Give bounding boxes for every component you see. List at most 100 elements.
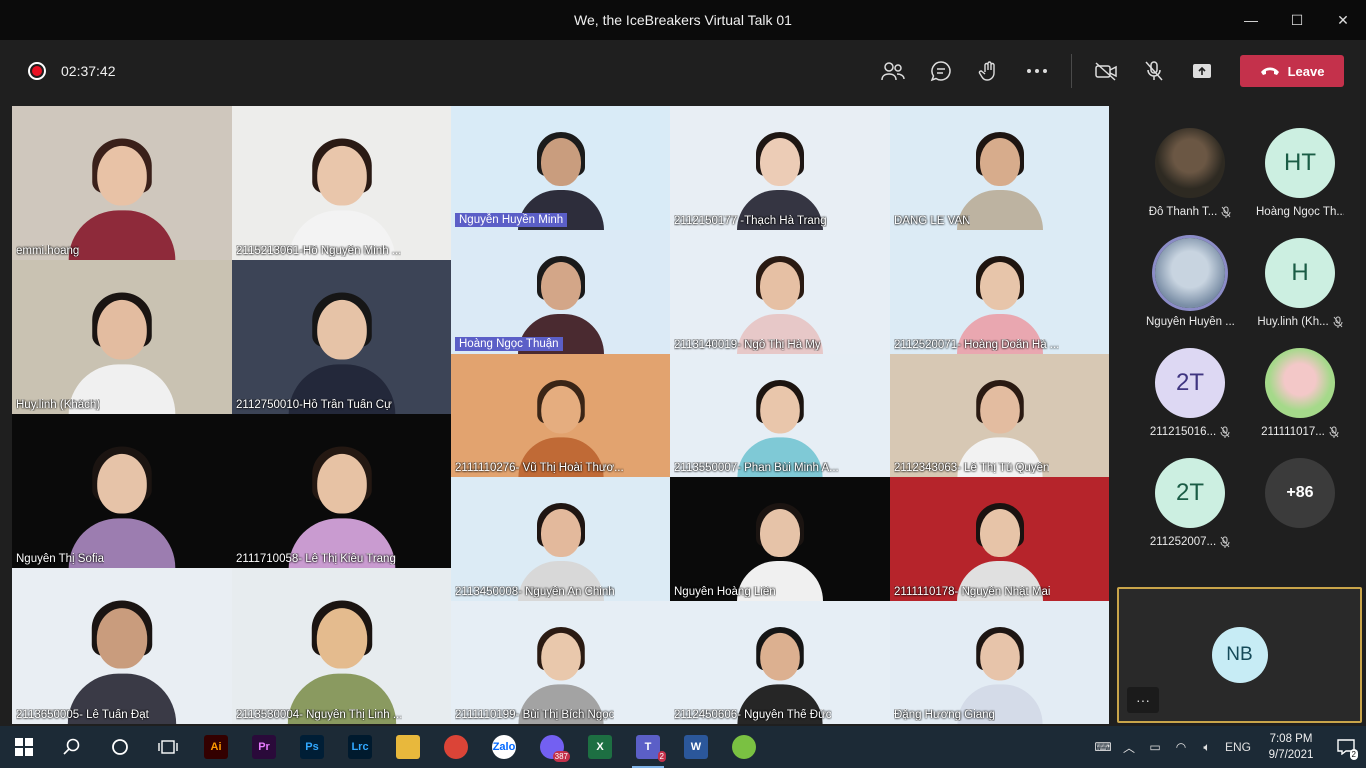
system-tray: ⌨ ︿ ▭ ◠ 🔈︎ ENG 7:08 PM 9/7/2021 2 — [1090, 726, 1366, 768]
participant-tile[interactable]: 211111017... — [1245, 348, 1355, 458]
video-tile[interactable]: 2113140019- Ngô Thị Hà My — [670, 230, 890, 354]
participant-tile[interactable]: 2T 211252007... — [1135, 458, 1245, 568]
video-tile[interactable]: 2111110199- Bùi Thị Bích Ngọc — [451, 601, 670, 724]
video-tile-name: 2113650005- Lê Tuấn Đạt — [16, 709, 149, 721]
taskbar-app-photoshop[interactable]: Ps — [288, 726, 336, 768]
touch-keyboard-icon[interactable]: ⌨ — [1090, 726, 1116, 768]
leave-button[interactable]: Leave — [1240, 55, 1344, 87]
notifications-button[interactable]: 2 — [1326, 726, 1366, 768]
participant-name-row: 211252007... — [1150, 536, 1230, 548]
cortana-button[interactable] — [96, 726, 144, 768]
self-view-more-button[interactable]: ··· — [1127, 687, 1159, 713]
video-tile[interactable]: 2111110276- Vũ Thị Hoài Thươ... — [451, 354, 670, 477]
participant-name-row: Huy.linh (Kh... — [1257, 316, 1343, 328]
camera-toggle-button[interactable] — [1082, 51, 1130, 91]
video-tile-name: Nguyễn Hoàng Liên — [674, 586, 776, 598]
taskbar-app-teams[interactable]: T2 — [624, 726, 672, 768]
video-tile[interactable]: 2111710058- Lê Thị Kiều Trang — [232, 414, 451, 568]
taskbar-app-excel[interactable]: X — [576, 726, 624, 768]
video-tile[interactable]: Nguyễn Hoàng Liên — [670, 477, 890, 601]
participant-tile[interactable]: +86 — [1245, 458, 1355, 568]
search-icon — [63, 738, 80, 755]
video-tile-name: 2111110276- Vũ Thị Hoài Thươ... — [455, 462, 624, 474]
video-tile[interactable]: 2111110178- Nguyễn Nhật Mai — [890, 477, 1109, 601]
video-tile-name: 2112343063- Lê Thị Tú Quyên — [894, 462, 1050, 474]
participant-name-row: 211215016... — [1150, 426, 1230, 438]
video-tile[interactable]: Huy.linh (Khách) — [12, 260, 232, 414]
participant-name: 211252007... — [1149, 536, 1217, 548]
video-tile[interactable]: 2115213061-Hồ Nguyễn Minh ... — [232, 106, 451, 260]
participant-name-row: Đỗ Thanh T... — [1149, 206, 1232, 218]
chat-icon — [930, 61, 951, 82]
taskbar-app-lightroom-classic[interactable]: Lrc — [336, 726, 384, 768]
video-tile[interactable]: Hoàng Ngọc Thuận — [451, 230, 670, 354]
battery-icon[interactable]: ▭ — [1142, 726, 1168, 768]
taskbar-app-viber[interactable]: 387 — [528, 726, 576, 768]
video-tile[interactable]: emmi.hoang — [12, 106, 232, 260]
video-tile[interactable]: 2113530004- Nguyễn Thị Linh ... — [232, 568, 451, 724]
participant-name: Nguyễn Huyền ... — [1146, 316, 1234, 328]
video-tile[interactable]: 2113650005- Lê Tuấn Đạt — [12, 568, 232, 724]
video-tile[interactable]: 2112343063- Lê Thị Tú Quyên — [890, 354, 1109, 477]
input-language[interactable]: ENG — [1220, 726, 1256, 768]
participant-video — [287, 598, 396, 724]
camera-off-icon — [1095, 62, 1117, 81]
video-tile[interactable]: 2112150177 -Thạch Hà Trang — [670, 106, 890, 230]
avatar: 2T — [1155, 348, 1225, 418]
video-tile[interactable]: Nguyễn Huyền Minh — [451, 106, 670, 230]
taskbar-app-other-app[interactable] — [720, 726, 768, 768]
volume-icon[interactable]: 🔈︎ — [1194, 726, 1220, 768]
close-button[interactable]: ✕ — [1320, 0, 1366, 40]
maximize-button[interactable]: ☐ — [1274, 0, 1320, 40]
participants-button[interactable] — [869, 51, 917, 91]
self-view[interactable]: NB ··· — [1117, 587, 1362, 723]
participant-tile[interactable]: HT Hoàng Ngọc Th... — [1245, 128, 1355, 238]
video-tile[interactable]: 2112750010-Hồ Trần Tuấn Cự — [232, 260, 451, 414]
video-tile-name: Huy.linh (Khách) — [16, 399, 101, 411]
taskbar-app-chrome[interactable] — [432, 726, 480, 768]
pinned-apps: Ai Pr Ps Lrc Zalo 387 X T 2 W — [192, 726, 768, 768]
video-tile[interactable]: 2112520071- Hoàng Doãn Hà ... — [890, 230, 1109, 354]
wifi-icon[interactable]: ◠ — [1168, 726, 1194, 768]
taskbar-app-zalo[interactable]: Zalo — [480, 726, 528, 768]
video-tile-name: 2112520071- Hoàng Doãn Hà ... — [894, 339, 1060, 351]
video-tile[interactable]: DANG LE VAN — [890, 106, 1109, 230]
mic-off-icon — [1220, 426, 1230, 438]
participant-tile[interactable]: Nguyễn Huyền ... — [1135, 238, 1245, 348]
taskbar-app-file-explorer[interactable] — [384, 726, 432, 768]
participant-tile[interactable]: 2T 211215016... — [1135, 348, 1245, 458]
chat-button[interactable] — [917, 51, 965, 91]
participant-name: Hoàng Ngọc Th... — [1256, 206, 1344, 218]
minimize-button[interactable]: — — [1228, 0, 1274, 40]
participant-name-row: Hoàng Ngọc Th... — [1256, 206, 1344, 218]
unread-badge: 2 — [657, 751, 666, 762]
more-actions-button[interactable] — [1013, 51, 1061, 91]
share-screen-button[interactable] — [1178, 51, 1226, 91]
taskbar-app-word[interactable]: W — [672, 726, 720, 768]
unread-badge: 387 — [552, 751, 570, 762]
share-icon — [1193, 64, 1211, 78]
participant-tile[interactable]: Đỗ Thanh T... — [1135, 128, 1245, 238]
task-view-button[interactable] — [144, 726, 192, 768]
taskbar-app-premiere[interactable]: Pr — [240, 726, 288, 768]
mic-toggle-button[interactable] — [1130, 51, 1178, 91]
video-tile[interactable]: 2112450606- Nguyễn Thế Đức — [670, 601, 890, 724]
avatar — [1155, 128, 1225, 198]
video-tile[interactable]: 2113550007- Phan Bùi Minh A... — [670, 354, 890, 477]
participant-grid: Đỗ Thanh T... HT Hoàng Ngọc Th... Nguyễn Hu… — [1135, 128, 1355, 568]
participant-name-row: Nguyễn Huyền ... — [1146, 316, 1234, 328]
start-button[interactable] — [0, 726, 48, 768]
taskbar-app-illustrator[interactable]: Ai — [192, 726, 240, 768]
video-tile[interactable]: Đặng Hương Giang — [890, 601, 1109, 724]
video-tile[interactable]: Nguyễn Thị Sofia — [12, 414, 232, 568]
participant-video — [68, 290, 176, 414]
chevron-up-icon[interactable]: ︿ — [1116, 726, 1142, 768]
participant-name: 211111017... — [1261, 426, 1325, 438]
participant-tile[interactable]: H Huy.linh (Kh... — [1245, 238, 1355, 348]
task-view-icon — [158, 740, 178, 754]
clock[interactable]: 7:08 PM 9/7/2021 — [1256, 731, 1326, 763]
search-button[interactable] — [48, 726, 96, 768]
raise-hand-button[interactable] — [965, 51, 1013, 91]
chrome-icon — [444, 735, 468, 759]
video-tile[interactable]: 2113450008- Nguyễn An Chinh — [451, 477, 670, 601]
